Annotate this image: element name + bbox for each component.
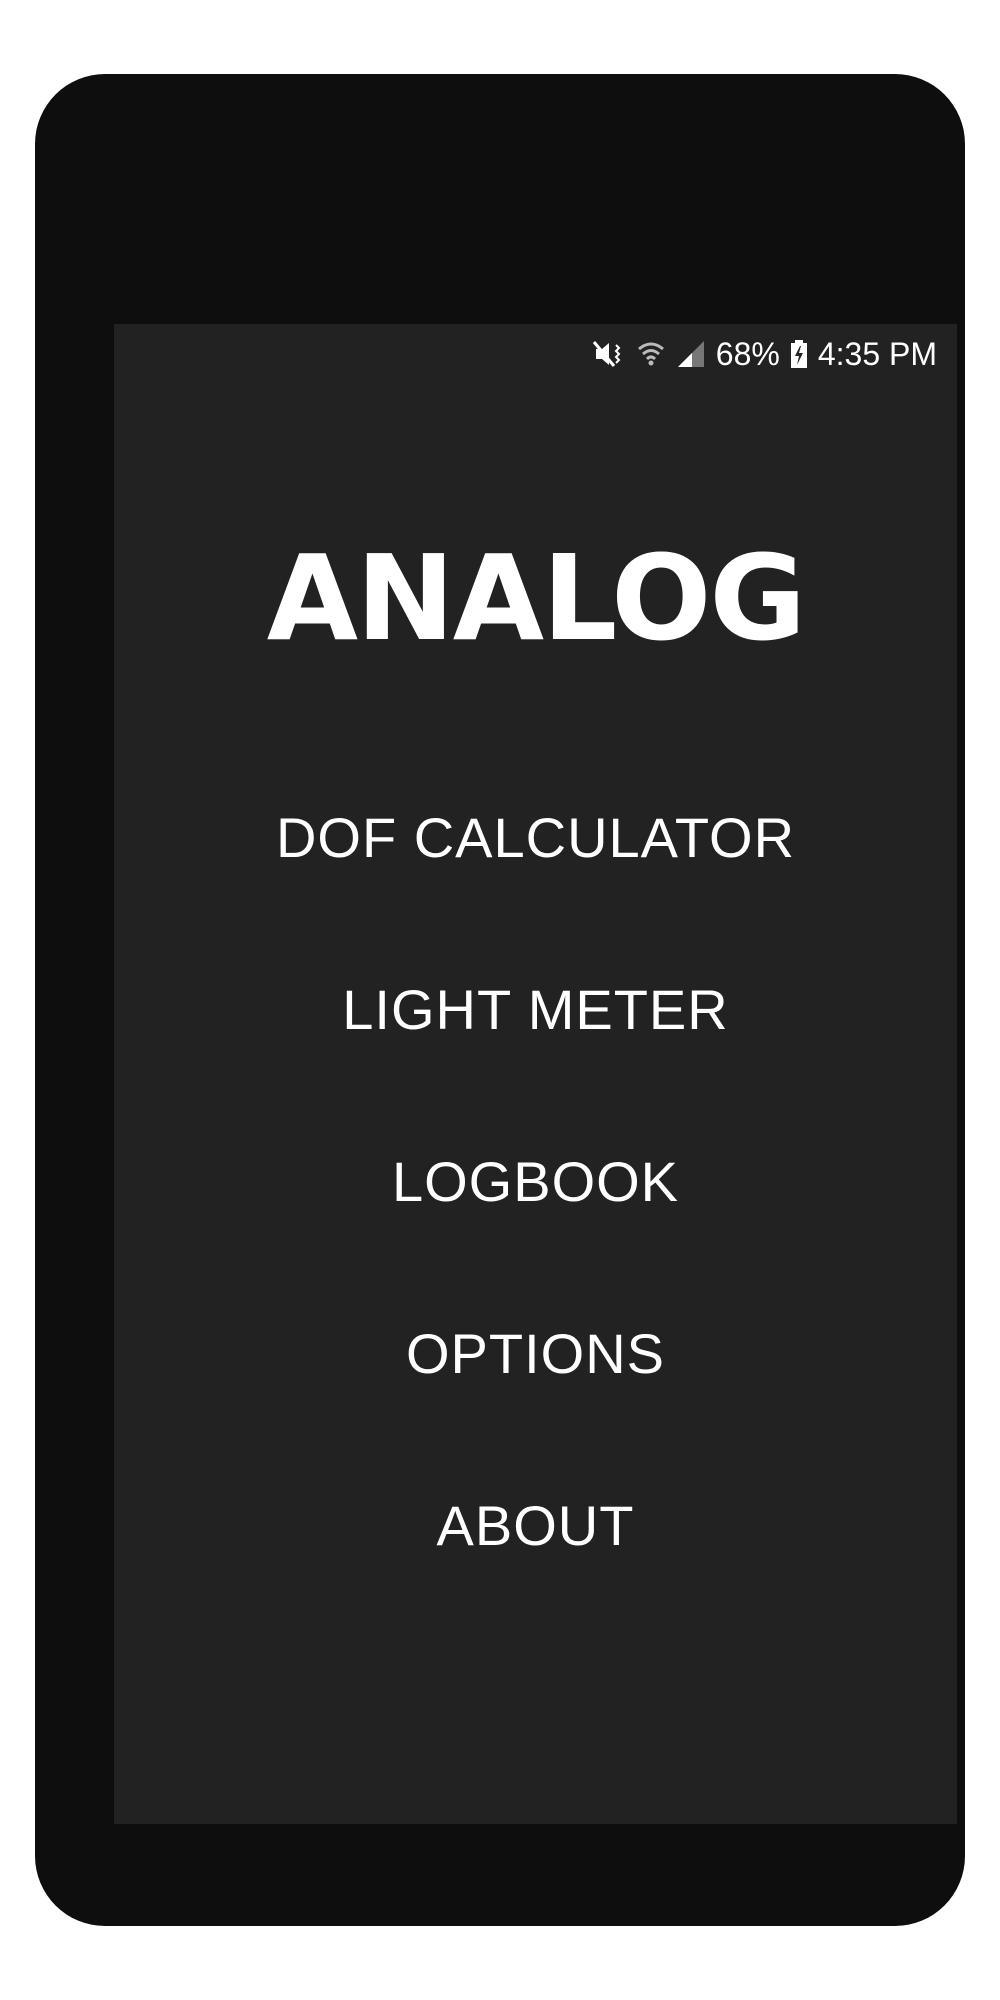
app-title: ANALOG bbox=[266, 529, 807, 667]
battery-percent: 68% bbox=[715, 335, 780, 372]
phone-frame: 68% 4:35 PM ANALOG DOF CALCULATOR LIGHT … bbox=[35, 74, 965, 1926]
menu-item-logbook[interactable]: LOGBOOK bbox=[186, 1148, 886, 1320]
clock: 4:35 PM bbox=[817, 335, 937, 372]
menu-item-dof-calculator[interactable]: DOF CALCULATOR bbox=[186, 804, 886, 976]
menu-item-options[interactable]: OPTIONS bbox=[186, 1320, 886, 1492]
menu-item-about[interactable]: ABOUT bbox=[186, 1492, 886, 1664]
battery-charging-icon bbox=[790, 336, 808, 372]
cell-signal-icon bbox=[676, 336, 706, 372]
mute-vibrate-icon bbox=[592, 336, 626, 372]
app-screen: 68% 4:35 PM ANALOG DOF CALCULATOR LIGHT … bbox=[114, 324, 957, 1824]
status-bar: 68% 4:35 PM bbox=[114, 324, 957, 384]
wifi-icon bbox=[636, 336, 666, 372]
main-menu: DOF CALCULATOR LIGHT METER LOGBOOK OPTIO… bbox=[114, 804, 957, 1664]
menu-item-light-meter[interactable]: LIGHT METER bbox=[186, 976, 886, 1148]
